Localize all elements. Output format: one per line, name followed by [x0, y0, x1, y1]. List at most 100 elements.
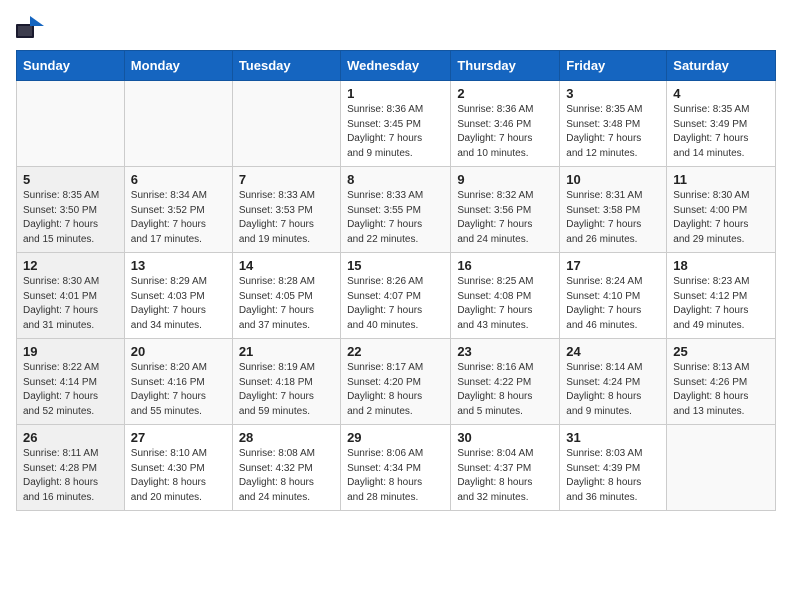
day-info: Sunrise: 8:17 AM Sunset: 4:20 PM Dayligh… — [347, 361, 444, 419]
day-info: Sunrise: 8:30 AM Sunset: 4:01 PM Dayligh… — [23, 275, 118, 333]
day-number: 26 — [23, 430, 118, 445]
calendar-cell: 21Sunrise: 8:19 AM Sunset: 4:18 PM Dayli… — [232, 339, 340, 425]
day-number: 10 — [566, 172, 660, 187]
calendar-cell: 15 Sunrise: 8:26 AM Sunset: 4:07 PM Dayli… — [341, 253, 451, 339]
calendar-cell — [17, 81, 125, 167]
day-number: 5 — [23, 172, 118, 187]
day-info: Sunrise: 8:35 AM Sunset: 3:50 PM Dayligh… — [23, 189, 118, 247]
day-number: 22 — [347, 344, 444, 359]
day-number: 24 — [566, 344, 660, 359]
calendar-cell — [667, 425, 776, 511]
calendar-cell: 12Sunrise: 8:30 AM Sunset: 4:01 PM Dayli… — [17, 253, 125, 339]
weekday-header-tuesday: Tuesday — [232, 51, 340, 81]
weekday-header-thursday: Thursday — [451, 51, 560, 81]
calendar-cell: 31 Sunrise: 8:03 AM Sunset: 4:39 PM Dayli… — [560, 425, 667, 511]
calendar-cell: 27 Sunrise: 8:10 AM Sunset: 4:30 PM Dayli… — [124, 425, 232, 511]
day-number: 21 — [239, 344, 334, 359]
weekday-header-sunday: Sunday — [17, 51, 125, 81]
day-info: Sunrise: 8:33 AM Sunset: 3:53 PM Dayligh… — [239, 189, 334, 247]
day-info: Sunrise: 8:35 AM Sunset: 3:49 PM Dayligh… — [673, 103, 769, 161]
weekday-header-monday: Monday — [124, 51, 232, 81]
calendar-cell: 6 Sunrise: 8:34 AM Sunset: 3:52 PM Daylig… — [124, 167, 232, 253]
day-info: Sunrise: 8:22 AM Sunset: 4:14 PM Dayligh… — [23, 361, 118, 419]
day-number: 27 — [131, 430, 226, 445]
calendar-cell: 7 Sunrise: 8:33 AM Sunset: 3:53 PM Daylig… — [232, 167, 340, 253]
day-info: Sunrise: 8:36 AM Sunset: 3:46 PM Dayligh… — [457, 103, 553, 161]
day-info: Sunrise: 8:32 AM Sunset: 3:56 PM Dayligh… — [457, 189, 553, 247]
day-number: 14 — [239, 258, 334, 273]
calendar-cell: 23 Sunrise: 8:16 AM Sunset: 4:22 PM Dayli… — [451, 339, 560, 425]
calendar-cell: 16Sunrise: 8:25 AM Sunset: 4:08 PM Dayli… — [451, 253, 560, 339]
weekday-header-saturday: Saturday — [667, 51, 776, 81]
day-number: 15 — [347, 258, 444, 273]
calendar-cell: 13Sunrise: 8:29 AM Sunset: 4:03 PM Dayli… — [124, 253, 232, 339]
day-number: 1 — [347, 86, 444, 101]
day-number: 31 — [566, 430, 660, 445]
day-number: 18 — [673, 258, 769, 273]
day-info: Sunrise: 8:36 AM Sunset: 3:45 PM Dayligh… — [347, 103, 444, 161]
day-info: Sunrise: 8:23 AM Sunset: 4:12 PM Dayligh… — [673, 275, 769, 333]
calendar-cell: 19 Sunrise: 8:22 AM Sunset: 4:14 PM Dayli… — [17, 339, 125, 425]
calendar-cell: 17 Sunrise: 8:24 AM Sunset: 4:10 PM Dayli… — [560, 253, 667, 339]
calendar-cell: 26 Sunrise: 8:11 AM Sunset: 4:28 PM Dayli… — [17, 425, 125, 511]
day-info: Sunrise: 8:35 AM Sunset: 3:48 PM Dayligh… — [566, 103, 660, 161]
calendar-cell: 10 Sunrise: 8:31 AM Sunset: 3:58 PM Dayli… — [560, 167, 667, 253]
calendar-cell: 28Sunrise: 8:08 AM Sunset: 4:32 PM Dayli… — [232, 425, 340, 511]
day-info: Sunrise: 8:34 AM Sunset: 3:52 PM Dayligh… — [131, 189, 226, 247]
day-number: 20 — [131, 344, 226, 359]
calendar-cell: 22 Sunrise: 8:17 AM Sunset: 4:20 PM Dayli… — [341, 339, 451, 425]
calendar-cell: 11 Sunrise: 8:30 AM Sunset: 4:00 PM Dayli… — [667, 167, 776, 253]
calendar-cell: 20 Sunrise: 8:20 AM Sunset: 4:16 PM Dayli… — [124, 339, 232, 425]
day-info: Sunrise: 8:33 AM Sunset: 3:55 PM Dayligh… — [347, 189, 444, 247]
calendar-cell: 25Sunrise: 8:13 AM Sunset: 4:26 PM Dayli… — [667, 339, 776, 425]
day-info: Sunrise: 8:16 AM Sunset: 4:22 PM Dayligh… — [457, 361, 553, 419]
day-number: 6 — [131, 172, 226, 187]
day-info: Sunrise: 8:28 AM Sunset: 4:05 PM Dayligh… — [239, 275, 334, 333]
day-info: Sunrise: 8:30 AM Sunset: 4:00 PM Dayligh… — [673, 189, 769, 247]
calendar-cell: 9 Sunrise: 8:32 AM Sunset: 3:56 PM Daylig… — [451, 167, 560, 253]
day-number: 4 — [673, 86, 769, 101]
day-number: 11 — [673, 172, 769, 187]
calendar-cell: 2 Sunrise: 8:36 AM Sunset: 3:46 PM Daylig… — [451, 81, 560, 167]
day-info: Sunrise: 8:24 AM Sunset: 4:10 PM Dayligh… — [566, 275, 660, 333]
week-row-1: 1 Sunrise: 8:36 AM Sunset: 3:45 PM Daylig… — [17, 81, 776, 167]
day-number: 3 — [566, 86, 660, 101]
day-number: 23 — [457, 344, 553, 359]
calendar-cell: 18 Sunrise: 8:23 AM Sunset: 4:12 PM Dayli… — [667, 253, 776, 339]
logo — [16, 16, 48, 38]
day-number: 19 — [23, 344, 118, 359]
calendar-cell: 8 Sunrise: 8:33 AM Sunset: 3:55 PM Daylig… — [341, 167, 451, 253]
day-number: 2 — [457, 86, 553, 101]
week-row-4: 19 Sunrise: 8:22 AM Sunset: 4:14 PM Dayli… — [17, 339, 776, 425]
calendar-cell: 1 Sunrise: 8:36 AM Sunset: 3:45 PM Daylig… — [341, 81, 451, 167]
day-info: Sunrise: 8:14 AM Sunset: 4:24 PM Dayligh… — [566, 361, 660, 419]
weekday-header-wednesday: Wednesday — [341, 51, 451, 81]
day-number: 9 — [457, 172, 553, 187]
day-number: 7 — [239, 172, 334, 187]
day-number: 28 — [239, 430, 334, 445]
day-info: Sunrise: 8:25 AM Sunset: 4:08 PM Dayligh… — [457, 275, 553, 333]
weekday-header-row: SundayMondayTuesdayWednesdayThursdayFrid… — [17, 51, 776, 81]
calendar-cell: 24 Sunrise: 8:14 AM Sunset: 4:24 PM Dayli… — [560, 339, 667, 425]
logo-icon — [16, 16, 44, 38]
calendar-cell: 5 Sunrise: 8:35 AM Sunset: 3:50 PM Daylig… — [17, 167, 125, 253]
day-info: Sunrise: 8:11 AM Sunset: 4:28 PM Dayligh… — [23, 447, 118, 505]
day-number: 8 — [347, 172, 444, 187]
calendar-cell — [232, 81, 340, 167]
week-row-5: 26 Sunrise: 8:11 AM Sunset: 4:28 PM Dayli… — [17, 425, 776, 511]
page-header — [16, 16, 776, 38]
calendar-cell: 3 Sunrise: 8:35 AM Sunset: 3:48 PM Daylig… — [560, 81, 667, 167]
day-number: 17 — [566, 258, 660, 273]
day-info: Sunrise: 8:03 AM Sunset: 4:39 PM Dayligh… — [566, 447, 660, 505]
day-info: Sunrise: 8:10 AM Sunset: 4:30 PM Dayligh… — [131, 447, 226, 505]
day-info: Sunrise: 8:04 AM Sunset: 4:37 PM Dayligh… — [457, 447, 553, 505]
day-number: 29 — [347, 430, 444, 445]
calendar-cell — [124, 81, 232, 167]
day-info: Sunrise: 8:06 AM Sunset: 4:34 PM Dayligh… — [347, 447, 444, 505]
calendar-cell: 4 Sunrise: 8:35 AM Sunset: 3:49 PM Daylig… — [667, 81, 776, 167]
day-info: Sunrise: 8:29 AM Sunset: 4:03 PM Dayligh… — [131, 275, 226, 333]
day-info: Sunrise: 8:20 AM Sunset: 4:16 PM Dayligh… — [131, 361, 226, 419]
day-info: Sunrise: 8:31 AM Sunset: 3:58 PM Dayligh… — [566, 189, 660, 247]
week-row-2: 5 Sunrise: 8:35 AM Sunset: 3:50 PM Daylig… — [17, 167, 776, 253]
day-info: Sunrise: 8:26 AM Sunset: 4:07 PM Dayligh… — [347, 275, 444, 333]
